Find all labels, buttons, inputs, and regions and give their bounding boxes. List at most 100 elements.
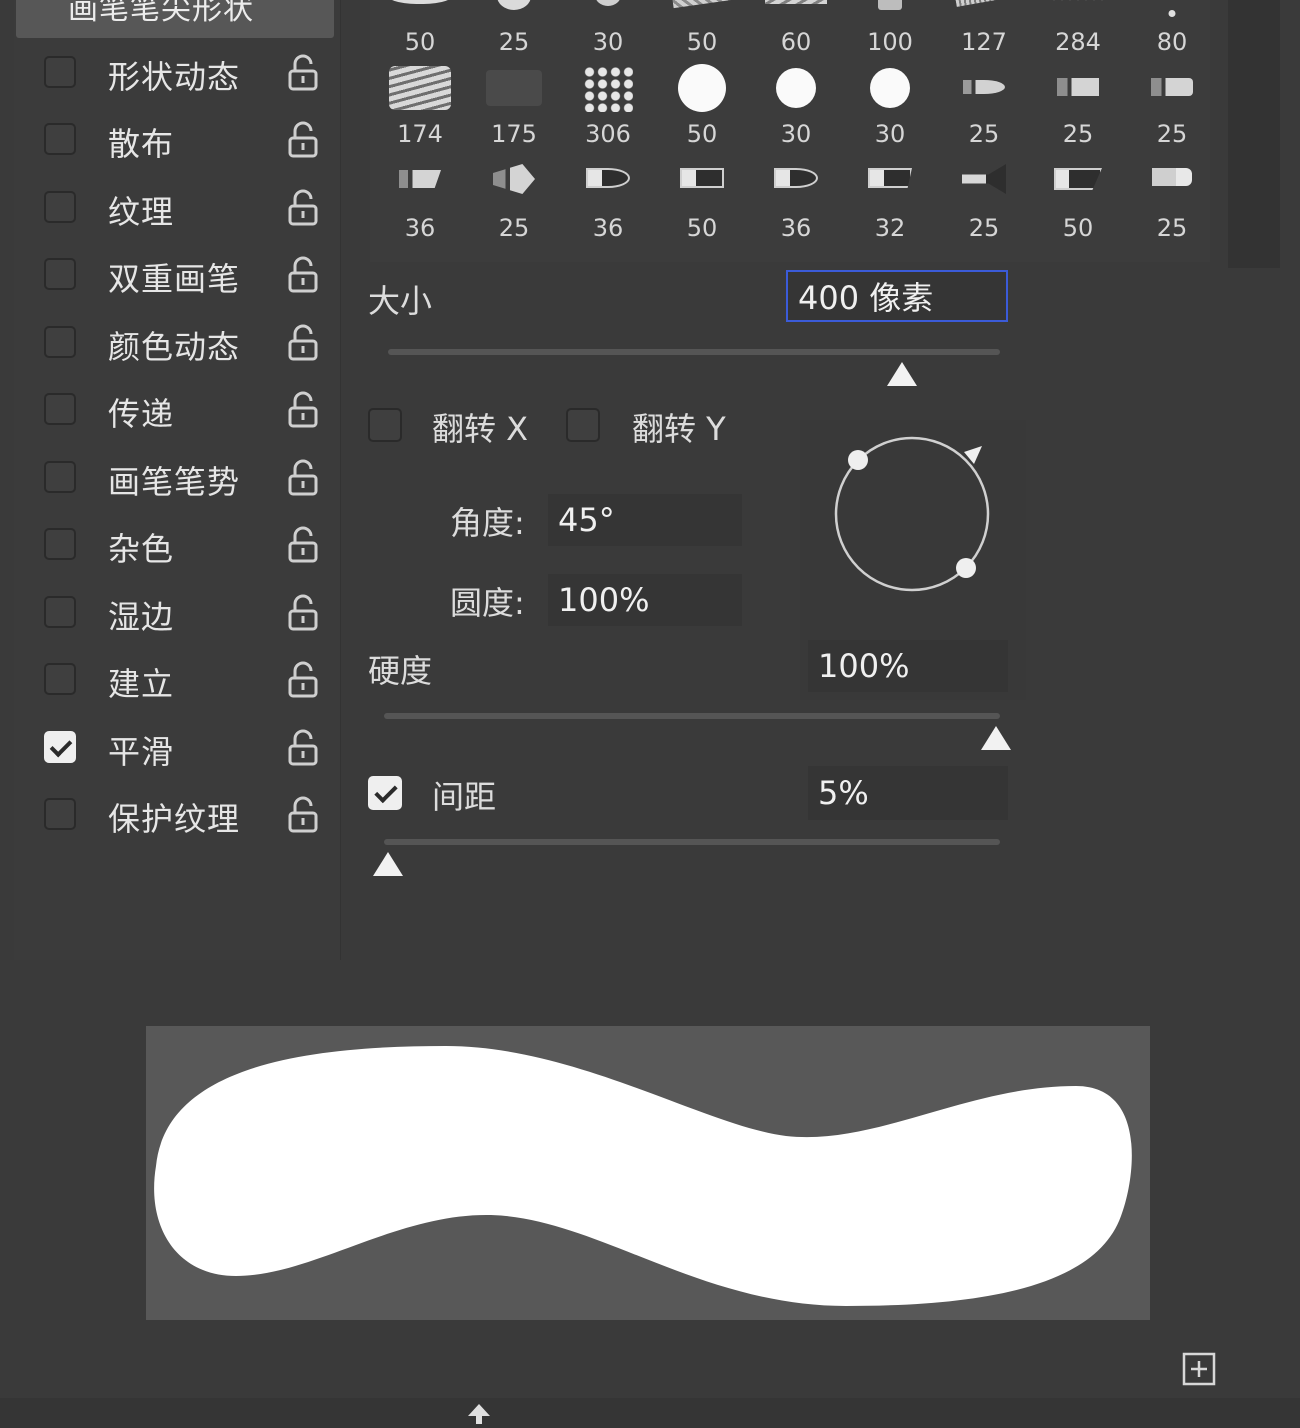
unlock-icon[interactable] <box>286 729 320 767</box>
color-dynamics-checkbox[interactable] <box>44 326 76 358</box>
noise-label: 杂色 <box>108 530 175 568</box>
hardness-input[interactable]: 100% <box>808 640 1008 692</box>
brush-tip-size: 100 <box>867 28 913 56</box>
brush-tip[interactable]: 25 <box>1126 62 1218 152</box>
brush-tip[interactable]: 80 <box>1126 0 1218 60</box>
spacing-checkbox[interactable] <box>368 776 402 810</box>
brush-tip[interactable]: 50 <box>656 156 748 246</box>
option-dual-brush[interactable]: 双重画笔 <box>14 246 340 306</box>
spacing-slider-track[interactable] <box>384 839 1000 845</box>
option-texture[interactable]: 纹理 <box>14 179 340 239</box>
size-label: 大小 <box>368 282 433 320</box>
option-color-dynamics[interactable]: 颜色动态 <box>14 314 340 374</box>
smoothing-label: 平滑 <box>108 733 175 771</box>
brush-tip[interactable]: 36 <box>562 156 654 246</box>
option-scattering[interactable]: 散布 <box>14 111 340 171</box>
brush-tip[interactable]: 50 <box>656 0 748 60</box>
roundness-input[interactable]: 100% <box>548 574 742 626</box>
texture-checkbox[interactable] <box>44 191 76 223</box>
scattering-checkbox[interactable] <box>44 123 76 155</box>
brush-tip[interactable]: 50 <box>656 62 748 152</box>
unlock-icon[interactable] <box>286 121 320 159</box>
brush-tip[interactable]: 174 <box>374 62 466 152</box>
option-protect-texture[interactable]: 保护纹理 <box>14 786 340 846</box>
noise-checkbox[interactable] <box>44 528 76 560</box>
dual-brush-checkbox[interactable] <box>44 258 76 290</box>
hardness-slider-thumb[interactable] <box>981 726 1011 750</box>
spacing-slider-thumb[interactable] <box>373 852 403 876</box>
unlock-icon[interactable] <box>286 189 320 227</box>
flip-y-checkbox[interactable] <box>566 408 600 442</box>
option-brush-pose[interactable]: 画笔笔势 <box>14 449 340 509</box>
transfer-checkbox[interactable] <box>44 393 76 425</box>
brush-tip[interactable]: 60 <box>750 0 842 60</box>
brush-tip[interactable]: 25 <box>938 156 1030 246</box>
size-input[interactable]: 400 像素 <box>786 270 1008 322</box>
flip-x-checkbox[interactable] <box>368 408 402 442</box>
build-up-checkbox[interactable] <box>44 663 76 695</box>
wet-edges-checkbox[interactable] <box>44 596 76 628</box>
scattering-label: 散布 <box>108 125 175 163</box>
angle-input[interactable]: 45° <box>548 494 742 546</box>
brush-tip[interactable]: 25 <box>1126 156 1218 246</box>
size-slider-thumb[interactable] <box>887 362 918 386</box>
brush-tip[interactable]: 127 <box>938 0 1030 60</box>
option-wet-edges[interactable]: 湿边 <box>14 584 340 644</box>
brush-tip[interactable]: 50 <box>1032 156 1124 246</box>
brush-tip[interactable]: 25 <box>468 0 560 60</box>
brush-pose-label: 画笔笔势 <box>108 463 241 501</box>
shape-dynamics-checkbox[interactable] <box>44 56 76 88</box>
unlock-icon[interactable] <box>286 661 320 699</box>
brush-tip-size: 175 <box>491 120 537 148</box>
unlock-icon[interactable] <box>286 796 320 834</box>
brush-tip-size: 50 <box>404 28 436 56</box>
unlock-icon[interactable] <box>286 54 320 92</box>
brush-tip[interactable]: 25 <box>938 62 1030 152</box>
brush-tip[interactable]: 306 <box>562 62 654 152</box>
brush-tip[interactable]: 36 <box>750 156 842 246</box>
option-shape-dynamics[interactable]: 形状动态 <box>14 44 340 104</box>
brush-tip[interactable]: 30 <box>562 0 654 60</box>
protect-texture-checkbox[interactable] <box>44 798 76 830</box>
flip-y-label: 翻转 Y <box>632 410 726 448</box>
brush-tip[interactable]: 25 <box>1032 62 1124 152</box>
brush-tip[interactable]: 32 <box>844 156 936 246</box>
size-slider-track[interactable] <box>388 349 1000 355</box>
brush-tip[interactable]: 175 <box>468 62 560 152</box>
brush-grid-scrollbar[interactable] <box>1228 0 1280 268</box>
spacing-input[interactable]: 5% <box>808 766 1008 820</box>
option-transfer[interactable]: 传递 <box>14 381 340 441</box>
dial-handle[interactable] <box>956 558 976 578</box>
new-brush-icon[interactable] <box>1182 1352 1216 1386</box>
brush-tip-size: 25 <box>1156 214 1188 242</box>
panel-resize-icon[interactable] <box>466 1402 492 1426</box>
brush-tip[interactable]: 25 <box>468 156 560 246</box>
texture-label: 纹理 <box>108 193 175 231</box>
brush-tip-shape-tab[interactable]: 画笔笔尖形状 <box>16 0 334 38</box>
unlock-icon[interactable] <box>286 256 320 294</box>
brush-tip[interactable]: 284 <box>1032 0 1124 60</box>
brush-tip-size: 60 <box>780 28 812 56</box>
unlock-icon[interactable] <box>286 324 320 362</box>
brush-tip-size: 25 <box>968 120 1000 148</box>
option-build-up[interactable]: 建立 <box>14 651 340 711</box>
protect-texture-label: 保护纹理 <box>108 800 241 838</box>
hardness-slider-track[interactable] <box>384 713 1000 719</box>
brush-tip[interactable]: 30 <box>750 62 842 152</box>
option-smoothing[interactable]: 平滑 <box>14 719 340 779</box>
preview-stroke <box>154 1046 1132 1306</box>
unlock-icon[interactable] <box>286 459 320 497</box>
brush-pose-checkbox[interactable] <box>44 461 76 493</box>
option-noise[interactable]: 杂色 <box>14 516 340 576</box>
unlock-icon[interactable] <box>286 594 320 632</box>
brush-tip[interactable]: 36 <box>374 156 466 246</box>
unlock-icon[interactable] <box>286 526 320 564</box>
smoothing-checkbox[interactable] <box>44 731 76 763</box>
brush-tip[interactable]: 100 <box>844 0 936 60</box>
brush-tip[interactable]: 50 <box>374 0 466 60</box>
dial-handle[interactable] <box>848 450 868 470</box>
transfer-label: 传递 <box>108 395 175 433</box>
brush-tip-size: 306 <box>585 120 631 148</box>
brush-tip[interactable]: 30 <box>844 62 936 152</box>
unlock-icon[interactable] <box>286 391 320 429</box>
